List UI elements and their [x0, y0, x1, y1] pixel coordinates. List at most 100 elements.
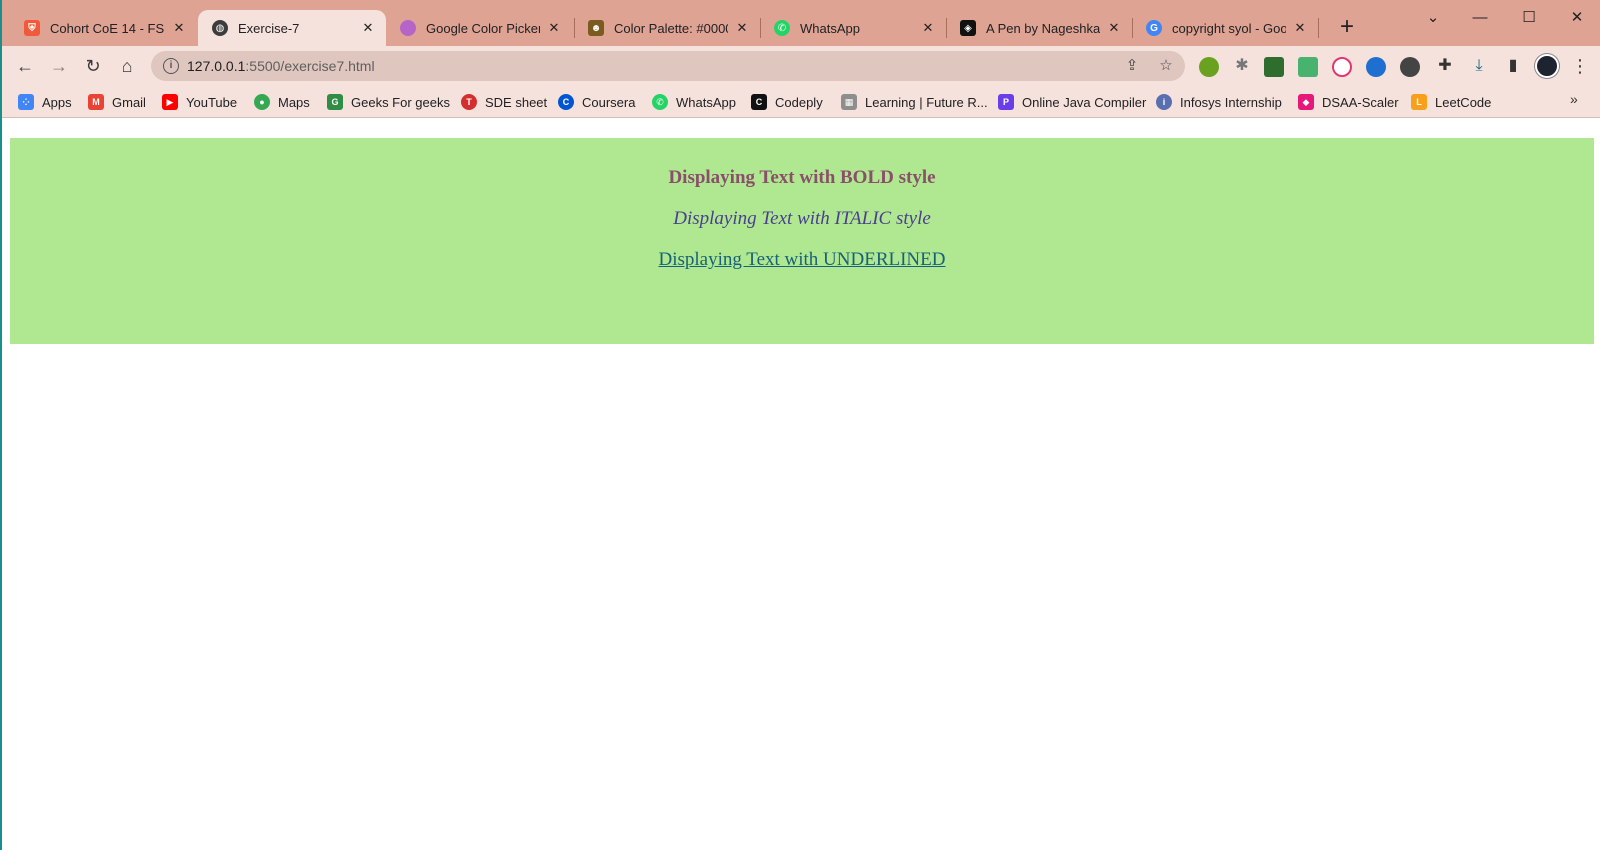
browser-toolbar: ← → ↻ ⌂ i 127.0.0.1:5500/exercise7.html …	[2, 46, 1600, 86]
tab-cohort[interactable]: ⛨ Cohort CoE 14 - FSD ✕	[10, 10, 197, 46]
shield-favicon-icon: ⛨	[24, 20, 40, 36]
new-tab-button[interactable]: +	[1333, 14, 1361, 42]
side-panel-icon[interactable]: ▮	[1501, 54, 1525, 78]
tab-strip: ⛨ Cohort CoE 14 - FSD ✕ ◍ Exercise-7 ✕ G…	[2, 0, 1600, 46]
bookmark-coursera[interactable]: C Coursera	[558, 93, 635, 111]
bookmark-leetcode[interactable]: L LeetCode	[1411, 93, 1491, 111]
page-content: Displaying Text with BOLD style Displayi…	[2, 119, 1600, 850]
italic-text: Displaying Text with ITALIC style	[673, 208, 931, 229]
gfg-icon: G	[327, 94, 343, 110]
bookmark-label: YouTube	[186, 94, 238, 110]
youtube-icon: ▶	[162, 94, 178, 110]
whatsapp-favicon-icon: ✆	[774, 20, 790, 36]
styled-text-box: Displaying Text with BOLD style Displayi…	[10, 138, 1594, 344]
tab-exercise-7[interactable]: ◍ Exercise-7 ✕	[198, 10, 386, 46]
tab-separator	[1318, 18, 1319, 38]
close-tab-icon[interactable]: ✕	[920, 20, 936, 36]
tab-title: Google Color Picker |	[426, 20, 540, 36]
bookmark-gmail[interactable]: M Gmail	[88, 93, 146, 111]
google-favicon-icon: G	[1146, 20, 1162, 36]
bookmark-label: Online Java Compiler	[1022, 94, 1147, 110]
extension-green-plus-icon[interactable]	[1199, 57, 1219, 77]
profile-avatar[interactable]	[1535, 54, 1559, 78]
url-text[interactable]: 127.0.0.1:5500/exercise7.html	[187, 58, 375, 74]
back-arrow-icon[interactable]: ←	[11, 52, 39, 80]
apps-grid-icon: ⁘	[18, 94, 34, 110]
tab-search-chevron-icon[interactable]: ⌄	[1410, 6, 1456, 30]
tab-title: Cohort CoE 14 - FSD	[50, 20, 165, 36]
extension-screenshot-icon[interactable]	[1298, 57, 1318, 77]
tab-title: Color Palette: #00000	[614, 20, 728, 36]
tuf-icon: T	[461, 94, 477, 110]
site-info-icon[interactable]: i	[163, 58, 179, 74]
tab-google-search[interactable]: G copyright syol - Goog ✕	[1132, 10, 1318, 46]
bookmark-label: Apps	[42, 94, 72, 110]
gmail-icon: M	[88, 94, 104, 110]
codeply-icon: C	[751, 94, 767, 110]
tab-title: WhatsApp	[800, 20, 860, 36]
more-menu-icon[interactable]: ⋮	[1570, 54, 1590, 78]
bookmark-label: Infosys Internship	[1180, 94, 1282, 110]
reload-icon[interactable]: ↻	[79, 52, 107, 80]
bookmark-label: DSAA-Scaler	[1322, 94, 1399, 110]
url-host: 127.0.0.1	[187, 58, 246, 74]
close-tab-icon[interactable]: ✕	[1292, 20, 1308, 36]
tab-whatsapp[interactable]: ✆ WhatsApp ✕	[760, 10, 946, 46]
bookmark-label: Codeply	[775, 94, 823, 110]
whatsapp-icon: ✆	[652, 94, 668, 110]
bookmark-label: Gmail	[112, 94, 146, 110]
java-compiler-icon: P	[998, 94, 1014, 110]
tab-title: copyright syol - Goog	[1172, 20, 1286, 36]
close-tab-icon[interactable]: ✕	[734, 20, 750, 36]
tab-color-picker[interactable]: Google Color Picker | ✕	[386, 10, 572, 46]
close-tab-icon[interactable]: ✕	[546, 20, 562, 36]
extensions-puzzle-icon[interactable]: ✚	[1433, 54, 1457, 78]
share-icon[interactable]: ⇪	[1122, 56, 1142, 76]
browser-window: ⛨ Cohort CoE 14 - FSD ✕ ◍ Exercise-7 ✕ G…	[0, 0, 1600, 850]
leetcode-icon: L	[1411, 94, 1427, 110]
tab-title: Exercise-7	[238, 20, 300, 36]
underlined-text: Displaying Text with UNDERLINED	[658, 249, 946, 270]
close-window-icon[interactable]: ✕	[1554, 6, 1600, 30]
close-tab-icon[interactable]: ✕	[1106, 20, 1122, 36]
bookmark-gfg[interactable]: G Geeks For geeks	[327, 93, 450, 111]
globe-favicon-icon: ◍	[212, 20, 228, 36]
extension-dark-icon[interactable]	[1400, 57, 1420, 77]
extension-play-icon[interactable]	[1332, 57, 1352, 77]
close-tab-icon[interactable]: ✕	[360, 20, 376, 36]
tab-codepen[interactable]: ◈ A Pen by Nageshkass ✕	[946, 10, 1132, 46]
bookmark-scaler[interactable]: ◆ DSAA-Scaler	[1298, 93, 1399, 111]
address-bar[interactable]: i 127.0.0.1:5500/exercise7.html ⇪ ☆	[151, 51, 1185, 81]
bookmark-sde-sheet[interactable]: T SDE sheet	[461, 93, 547, 111]
bookmark-label: Maps	[278, 94, 310, 110]
bookmark-java-compiler[interactable]: P Online Java Compiler	[998, 93, 1146, 111]
bookmark-maps[interactable]: ● Maps	[254, 93, 310, 111]
forward-arrow-icon[interactable]: →	[45, 52, 73, 80]
color-picker-favicon-icon	[400, 20, 416, 36]
download-icon[interactable]: ⤓	[1467, 54, 1491, 78]
bookmark-whatsapp[interactable]: ✆ WhatsApp	[652, 93, 736, 111]
maximize-icon[interactable]: ☐	[1506, 6, 1552, 30]
tab-color-palette[interactable]: ☻ Color Palette: #00000 ✕	[574, 10, 760, 46]
minimize-icon[interactable]: —	[1457, 6, 1503, 30]
extension-tree-icon[interactable]	[1264, 57, 1284, 77]
bookmark-learning[interactable]: ▦ Learning | Future R...	[841, 93, 988, 111]
bold-text: Displaying Text with BOLD style	[668, 167, 936, 188]
bookmark-apps[interactable]: ⁘ Apps	[18, 93, 72, 111]
bookmark-label: Learning | Future R...	[865, 94, 988, 110]
scaler-icon: ◆	[1298, 94, 1314, 110]
extension-blue-icon[interactable]	[1366, 57, 1386, 77]
bookmark-youtube[interactable]: ▶ YouTube	[162, 93, 237, 111]
infosys-icon: i	[1156, 94, 1172, 110]
bookmarks-overflow-button[interactable]: »	[1570, 91, 1578, 107]
home-icon[interactable]: ⌂	[113, 52, 141, 80]
bookmark-infosys[interactable]: i Infosys Internship	[1156, 93, 1282, 111]
extension-bug-icon[interactable]: ✱	[1230, 54, 1254, 78]
maps-pin-icon: ●	[254, 94, 270, 110]
bookmark-codeply[interactable]: C Codeply	[751, 93, 823, 111]
learning-icon: ▦	[841, 94, 857, 110]
tab-title: A Pen by Nageshkass	[986, 20, 1100, 36]
palette-favicon-icon: ☻	[588, 20, 604, 36]
bookmark-star-icon[interactable]: ☆	[1156, 56, 1176, 76]
close-tab-icon[interactable]: ✕	[171, 20, 187, 36]
